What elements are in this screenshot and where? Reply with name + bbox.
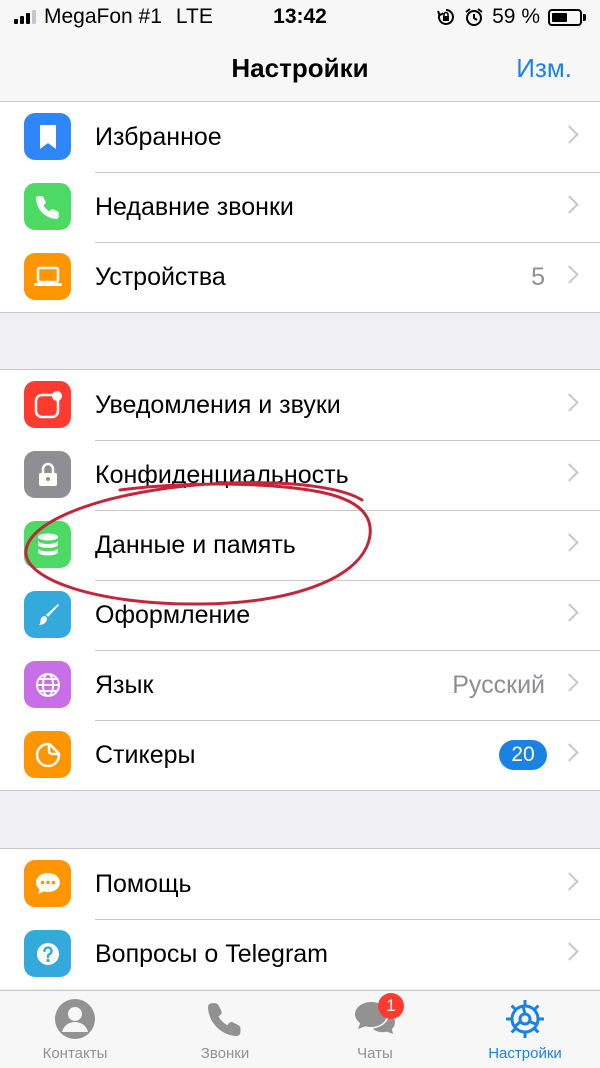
settings-row-faq[interactable]: Вопросы о Telegram <box>0 919 600 989</box>
question-icon <box>24 930 71 977</box>
globe-icon <box>24 661 71 708</box>
gear-icon <box>502 997 548 1041</box>
chats-icon: 1 <box>352 993 404 1041</box>
navigation-bar: Настройки Изм. <box>0 34 600 102</box>
settings-row-label: Данные и память <box>95 530 296 559</box>
chevron-right-icon <box>560 463 579 482</box>
tab-chats[interactable]: 1 Чаты <box>300 991 450 1068</box>
phone-icon <box>24 183 71 230</box>
chevron-right-icon <box>560 673 579 692</box>
settings-row-label: Конфиденциальность <box>95 460 349 489</box>
chats-unread-badge: 1 <box>378 993 404 1019</box>
page-title: Настройки <box>231 53 369 83</box>
settings-row-label: Избранное <box>95 122 222 151</box>
chevron-right-icon <box>560 393 579 412</box>
alarm-icon <box>465 8 483 26</box>
rotation-lock-icon <box>437 9 455 25</box>
tab-bar: Контакты Звонки 1 Чаты Настройки <box>0 990 600 1068</box>
settings-row-label: Недавние звонки <box>95 192 294 221</box>
chevron-right-icon <box>560 603 579 622</box>
tab-calls[interactable]: Звонки <box>150 991 300 1068</box>
brush-icon <box>24 591 71 638</box>
settings-row-label: Устройства <box>95 262 226 291</box>
chevron-right-icon <box>560 872 579 891</box>
stickers-badge: 20 <box>499 740 547 770</box>
phone-icon <box>202 997 248 1041</box>
settings-row-privacy[interactable]: Конфиденциальность <box>0 440 600 510</box>
settings-row-label: Стикеры <box>95 740 196 769</box>
settings-row-label: Помощь <box>95 869 192 898</box>
settings-row-help[interactable]: Помощь <box>0 849 600 919</box>
tab-label: Звонки <box>200 1045 250 1062</box>
settings-row-stickers[interactable]: Стикеры 20 <box>0 720 600 790</box>
settings-row-label: Уведомления и звуки <box>95 390 341 419</box>
chevron-right-icon <box>560 743 579 762</box>
status-bar: MegaFon #1 LTE 13:42 59 % <box>0 0 600 34</box>
person-icon <box>52 997 98 1041</box>
tab-contacts[interactable]: Контакты <box>0 991 150 1068</box>
settings-row-label: Язык <box>95 670 154 699</box>
network-type: LTE <box>175 5 213 28</box>
language-value: Русский <box>452 670 545 699</box>
settings-row-notifications[interactable]: Уведомления и звуки <box>0 370 600 440</box>
settings-row-label: Оформление <box>95 600 251 629</box>
settings-row-data-storage[interactable]: Данные и память <box>0 510 600 580</box>
settings-row-devices[interactable]: Устройства 5 <box>0 242 600 312</box>
bookmark-icon <box>24 113 71 160</box>
devices-count: 5 <box>531 262 545 291</box>
settings-row-language[interactable]: Язык Русский <box>0 650 600 720</box>
notification-icon <box>24 381 71 428</box>
settings-group-2: Уведомления и звуки Конфиденциальность Д… <box>0 369 600 791</box>
chevron-right-icon <box>560 265 579 284</box>
chevron-right-icon <box>560 125 579 144</box>
battery-icon <box>548 8 586 26</box>
settings-row-saved-messages[interactable]: Избранное <box>0 102 600 172</box>
edit-button[interactable]: Изм. <box>516 34 572 102</box>
signal-strength-icon <box>14 10 36 24</box>
chevron-right-icon <box>560 533 579 552</box>
settings-group-3: Помощь Вопросы о Telegram <box>0 848 600 989</box>
laptop-icon <box>24 253 71 300</box>
lock-icon <box>24 451 71 498</box>
chat-bubble-icon <box>24 860 71 907</box>
sticker-icon <box>24 731 71 778</box>
database-icon <box>24 521 71 568</box>
settings-row-recent-calls[interactable]: Недавние звонки <box>0 172 600 242</box>
chevron-right-icon <box>560 195 579 214</box>
tab-label: Контакты <box>42 1045 108 1062</box>
settings-group-1: Избранное Недавние звонки Устройства 5 <box>0 101 600 313</box>
tab-settings[interactable]: Настройки <box>450 991 600 1068</box>
tab-label: Чаты <box>357 1045 393 1062</box>
settings-row-label: Вопросы о Telegram <box>95 939 329 968</box>
carrier-name: MegaFon #1 <box>44 5 162 28</box>
chevron-right-icon <box>560 942 579 961</box>
battery-percent: 59 % <box>492 5 540 28</box>
tab-label: Настройки <box>488 1045 562 1062</box>
settings-row-appearance[interactable]: Оформление <box>0 580 600 650</box>
